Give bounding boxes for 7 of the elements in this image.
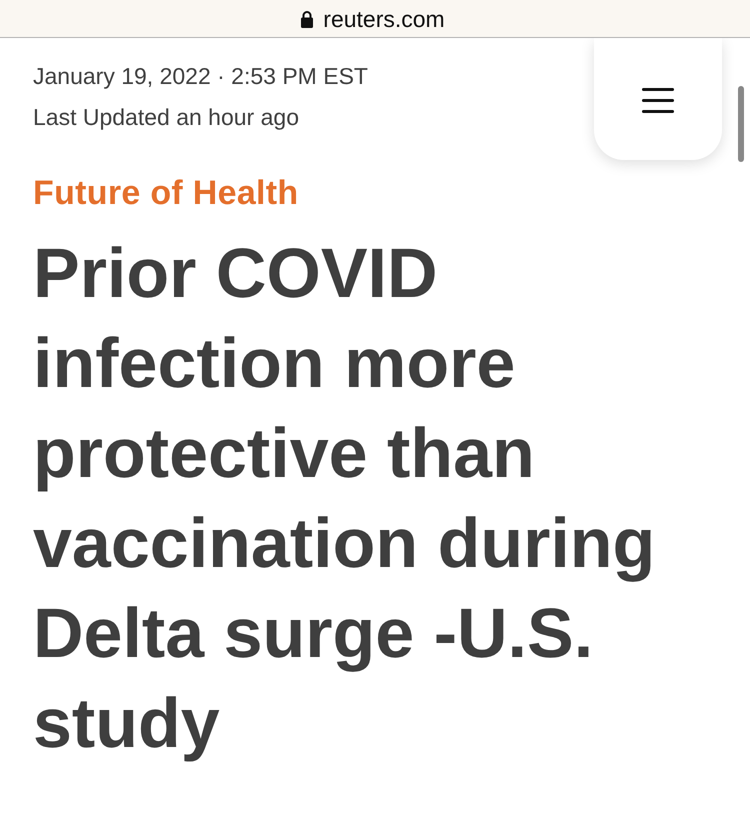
timestamp-text: January 19, 2022 · 2:53 PM EST [33, 62, 368, 91]
url-text[interactable]: reuters.com [323, 6, 445, 32]
menu-button[interactable] [594, 38, 722, 160]
menu-icon [642, 88, 674, 112]
lock-icon [301, 10, 314, 28]
headline: Prior COVID infection more protective than vaccination during Delta surge -U.S. study [33, 233, 656, 764]
last-updated-text: Last Updated an hour ago [33, 103, 299, 132]
